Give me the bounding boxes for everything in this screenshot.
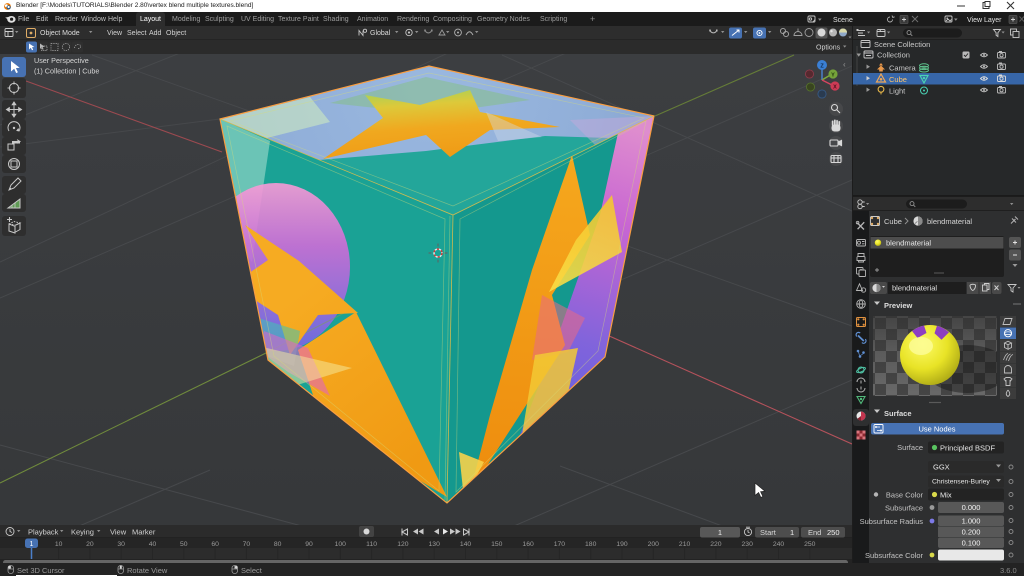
- svg-text:40: 40: [149, 541, 157, 548]
- svg-text:200: 200: [648, 541, 660, 548]
- svg-text:120: 120: [397, 541, 409, 548]
- svg-text:‹: ‹: [843, 60, 846, 69]
- svg-text:240: 240: [773, 541, 785, 548]
- svg-text:130: 130: [429, 541, 441, 548]
- svg-text:Marker: Marker: [132, 528, 156, 537]
- svg-text:Camera: Camera: [889, 64, 917, 73]
- svg-text:Playback: Playback: [28, 528, 59, 537]
- svg-text:Subsurface Color: Subsurface Color: [865, 551, 923, 560]
- svg-text:80: 80: [274, 541, 282, 548]
- svg-text:150: 150: [491, 541, 503, 548]
- svg-text:250: 250: [804, 541, 816, 548]
- svg-text:Base Color: Base Color: [886, 491, 924, 500]
- svg-text:View: View: [110, 528, 127, 537]
- svg-text:Surface: Surface: [897, 443, 923, 452]
- svg-text:60: 60: [211, 541, 219, 548]
- svg-text:Mix: Mix: [940, 491, 952, 500]
- svg-text:1: 1: [30, 541, 34, 548]
- svg-text:1: 1: [790, 528, 794, 537]
- svg-text:blendmaterial: blendmaterial: [927, 217, 972, 226]
- svg-text:(1) Collection | Cube: (1) Collection | Cube: [34, 67, 99, 76]
- svg-text:Principled BSDF: Principled BSDF: [940, 444, 995, 453]
- svg-text:20: 20: [86, 541, 94, 548]
- svg-text:Subsurface Radius: Subsurface Radius: [860, 517, 924, 526]
- svg-text:Select: Select: [127, 30, 147, 37]
- svg-text:Scene: Scene: [833, 17, 853, 24]
- svg-text:Start: Start: [760, 528, 777, 537]
- svg-text:100: 100: [335, 541, 347, 548]
- svg-text:X: X: [833, 84, 837, 90]
- svg-text:1.000: 1.000: [962, 517, 981, 526]
- svg-text:Add: Add: [149, 30, 162, 37]
- svg-text:User Perspective: User Perspective: [34, 56, 89, 65]
- svg-text:Collection: Collection: [877, 51, 910, 60]
- svg-text:180: 180: [585, 541, 597, 548]
- svg-text:Use Nodes: Use Nodes: [918, 425, 955, 434]
- svg-text:View: View: [107, 30, 123, 37]
- svg-text:Global: Global: [370, 30, 391, 37]
- svg-text:Object: Object: [166, 30, 186, 37]
- svg-text:0.200: 0.200: [962, 528, 981, 537]
- svg-text:30: 30: [117, 541, 125, 548]
- svg-text:1: 1: [718, 528, 722, 537]
- svg-text:70: 70: [243, 541, 251, 548]
- svg-text:160: 160: [522, 541, 534, 548]
- svg-text:Cube: Cube: [884, 217, 902, 226]
- svg-text:230: 230: [742, 541, 754, 548]
- svg-text:Cube: Cube: [889, 75, 907, 84]
- svg-text:220: 220: [710, 541, 722, 548]
- svg-text:10: 10: [55, 541, 63, 548]
- svg-text:View Layer: View Layer: [967, 17, 1002, 24]
- svg-text:Light: Light: [889, 87, 906, 96]
- svg-text:Object Mode: Object Mode: [40, 30, 80, 37]
- svg-text:0.000: 0.000: [962, 503, 981, 512]
- svg-text:Scene Collection: Scene Collection: [874, 40, 930, 49]
- svg-text:0.100: 0.100: [962, 539, 981, 548]
- svg-text:blendmaterial: blendmaterial: [886, 239, 931, 248]
- svg-text:Keying: Keying: [71, 528, 94, 537]
- svg-text:250: 250: [827, 528, 840, 537]
- svg-text:Christensen-Burley: Christensen-Burley: [932, 479, 990, 486]
- svg-text:Subsurface: Subsurface: [885, 504, 923, 513]
- svg-text:190: 190: [616, 541, 628, 548]
- svg-text:Options: Options: [816, 45, 841, 52]
- svg-text:Y: Y: [831, 72, 835, 78]
- svg-text:GGX: GGX: [933, 463, 950, 472]
- svg-text:50: 50: [180, 541, 188, 548]
- svg-text:Preview: Preview: [884, 301, 913, 310]
- svg-text:210: 210: [679, 541, 691, 548]
- svg-text:170: 170: [554, 541, 566, 548]
- svg-text:140: 140: [460, 541, 472, 548]
- svg-text:End: End: [808, 528, 821, 537]
- svg-text:Surface: Surface: [884, 409, 912, 418]
- svg-text:blendmaterial: blendmaterial: [892, 284, 937, 293]
- svg-text:90: 90: [305, 541, 313, 548]
- svg-text:110: 110: [366, 541, 377, 548]
